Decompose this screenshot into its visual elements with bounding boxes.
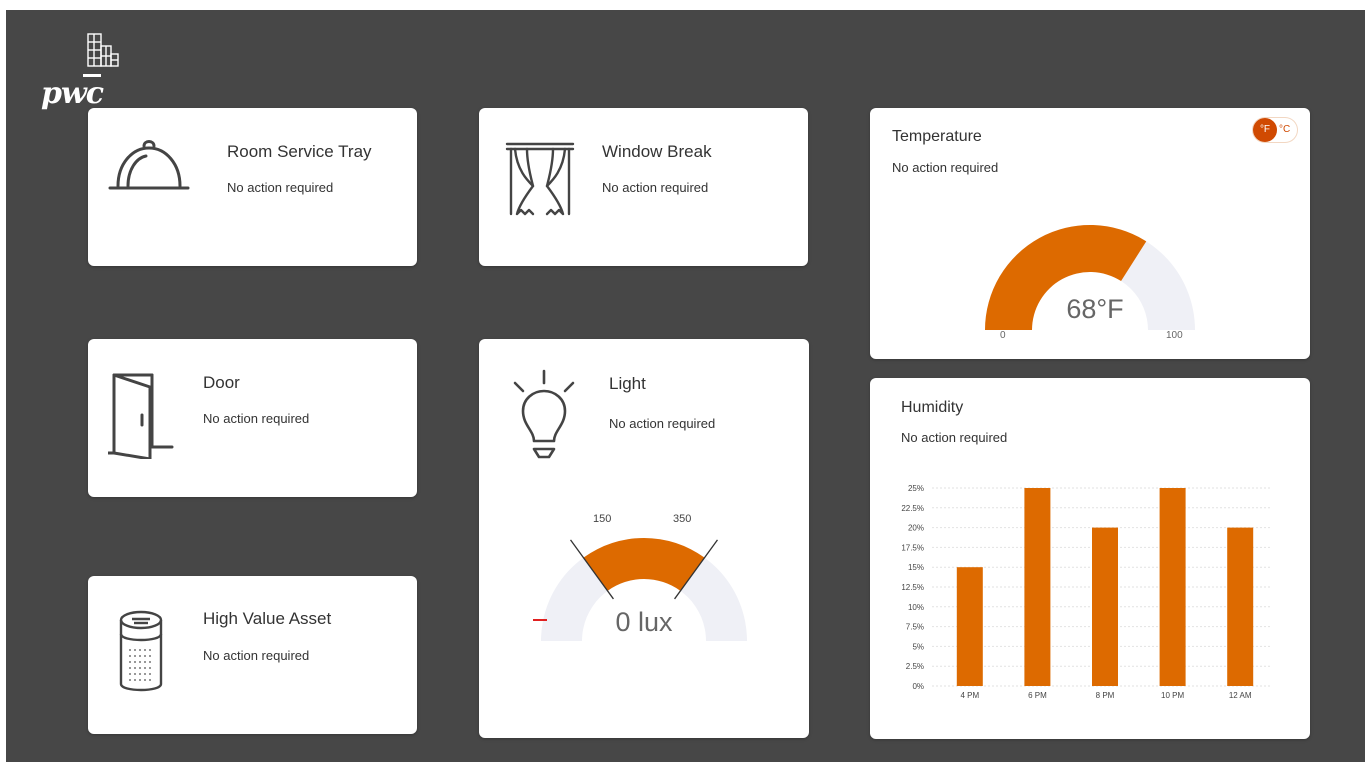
y-tick-label: 7.5% (906, 623, 924, 632)
card-humidity: Humidity No action required 0% 2.5% 5% 7.5%… (870, 378, 1310, 739)
unit-celsius[interactable]: °C (1279, 118, 1290, 142)
y-tick-label: 12.5% (901, 583, 924, 592)
y-tick-label: 5% (912, 642, 924, 651)
y-tick-label: 2.5% (906, 662, 924, 671)
x-tick-label: 12 AM (1229, 691, 1252, 700)
card-title: Room Service Tray (227, 142, 372, 161)
bar (1227, 527, 1254, 686)
y-tick-label: 22.5% (901, 504, 924, 513)
x-tick-label: 4 PM (960, 691, 979, 700)
card-title: Window Break (602, 142, 712, 161)
bar (1092, 527, 1118, 686)
x-tick-label: 8 PM (1096, 691, 1115, 700)
logo-building-icon (87, 33, 119, 67)
card-status: No action required (892, 160, 999, 175)
window-curtain-icon (505, 142, 575, 216)
card-room-service-tray[interactable]: Room Service Tray No action required (88, 108, 417, 266)
humidity-bar-chart: 0% 2.5% 5% 7.5% 10% 12.5% 15% 17.5% 20% 22.5% 25% 4… (901, 484, 1270, 700)
card-status: No action required (203, 411, 310, 426)
unit-fahrenheit[interactable]: °F (1253, 118, 1277, 142)
y-tick-label: 25% (908, 484, 924, 493)
bar (1159, 488, 1186, 686)
card-title: Door (203, 373, 240, 392)
light-bulb-icon (513, 369, 575, 459)
card-door[interactable]: Door No action required (88, 339, 417, 497)
y-tick-label: 0% (912, 682, 924, 691)
gauge-value: 0 lux (615, 607, 673, 637)
card-light[interactable]: Light No action required 150 350 0 lux (479, 339, 809, 738)
card-status: No action required (203, 648, 310, 663)
door-icon (108, 373, 174, 459)
card-status: No action required (609, 416, 716, 431)
room-service-tray-icon (108, 140, 190, 190)
x-tick-label: 10 PM (1161, 691, 1184, 700)
card-title: Light (609, 374, 646, 393)
gauge-value-indicator (533, 619, 547, 621)
dashboard-background: pwc Room Service Tray No action required (6, 10, 1365, 762)
y-tick-label: 17.5% (901, 543, 924, 552)
y-tick-label: 15% (908, 563, 924, 572)
bar (1024, 488, 1051, 686)
card-title: Humidity (901, 399, 964, 416)
x-tick-label: 6 PM (1028, 691, 1047, 700)
pwc-logo: pwc (41, 32, 121, 111)
card-high-value-asset[interactable]: High Value Asset No action required (88, 576, 417, 734)
gauge-value: 68°F (1066, 294, 1124, 324)
gauge-min-label: 0 (1000, 330, 1006, 341)
gauge-range-high-label: 350 (673, 513, 692, 525)
card-title: Temperature (892, 128, 982, 145)
y-tick-label: 10% (908, 603, 924, 612)
gauge-max-label: 100 (1166, 330, 1183, 341)
card-window-break[interactable]: Window Break No action required (479, 108, 808, 266)
unit-toggle[interactable]: °F °C (1253, 118, 1297, 142)
card-status: No action required (227, 180, 334, 195)
card-status: No action required (602, 180, 709, 195)
bar (956, 567, 983, 686)
logo-wordmark: pwc (41, 76, 104, 111)
y-tick-label: 20% (908, 524, 924, 533)
card-status: No action required (901, 430, 1008, 445)
card-temperature: Temperature No action required °F °C 68°… (870, 108, 1310, 359)
gauge-range-low-label: 150 (593, 513, 612, 525)
card-title: High Value Asset (203, 609, 332, 628)
smart-speaker-icon (119, 610, 163, 692)
